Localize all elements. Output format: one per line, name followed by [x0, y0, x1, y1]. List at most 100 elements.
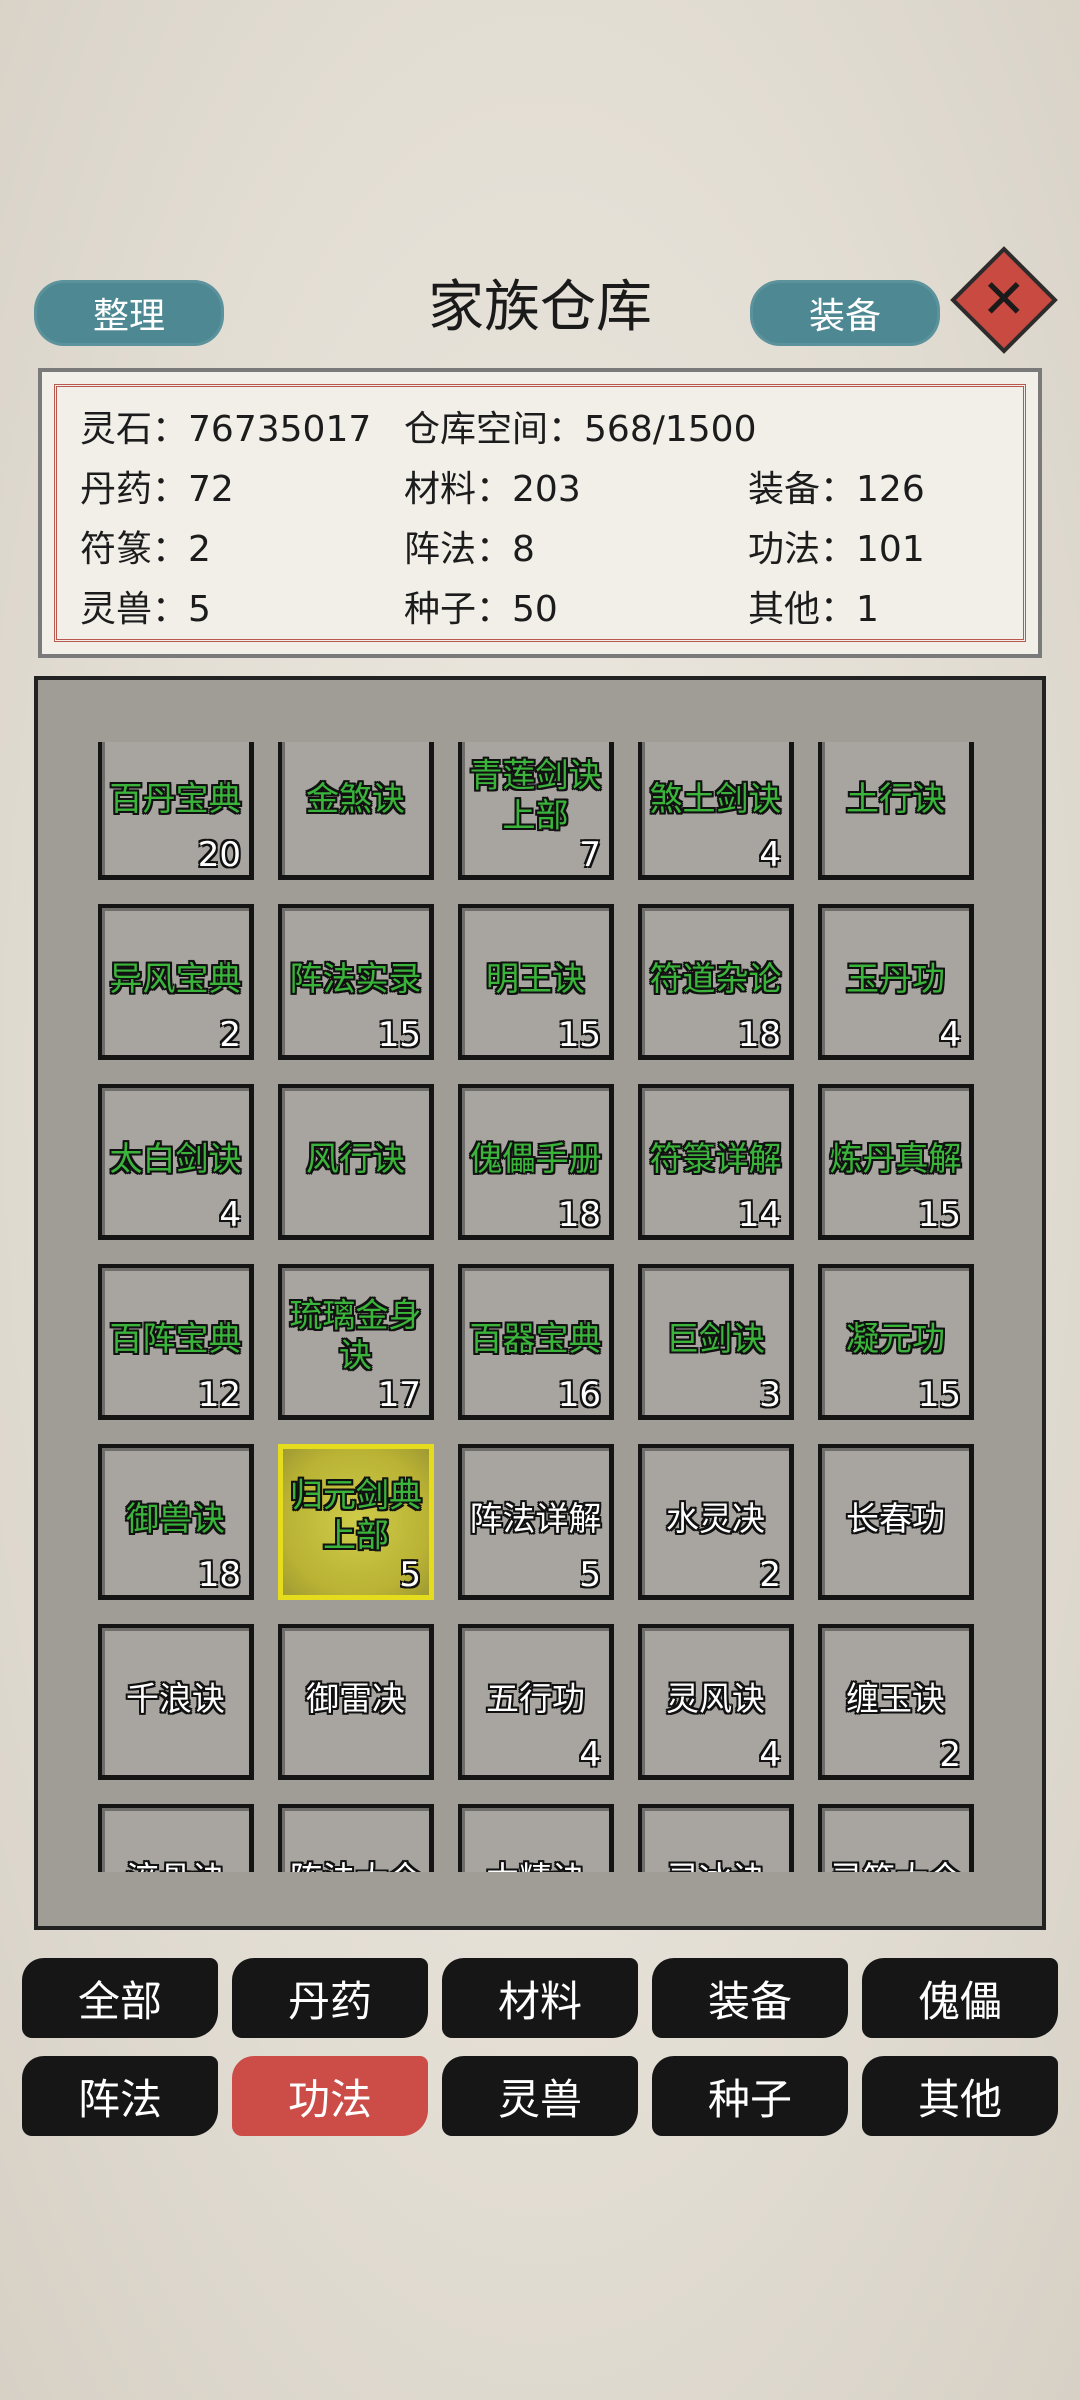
item-slot[interactable]: 淬骨诀	[98, 1804, 254, 1872]
item-slot[interactable]: 符道杂论 18	[638, 904, 794, 1060]
item-name: 百阵宝典	[109, 1318, 242, 1358]
item-slot[interactable]: 灵符大全	[818, 1804, 974, 1872]
item-count: 2	[219, 1015, 241, 1055]
item-name: 傀儡手册	[469, 1138, 602, 1178]
item-slot[interactable]: 五行功 4	[458, 1624, 614, 1780]
item-name: 凝元功	[846, 1318, 945, 1358]
item-slot[interactable]: 傀儡手册 18	[458, 1084, 614, 1240]
item-count: 12	[197, 1375, 241, 1415]
item-name: 明王诀	[486, 958, 585, 998]
tab-8[interactable]: 种子	[652, 2056, 848, 2136]
item-count: 14	[737, 1195, 781, 1235]
item-slot[interactable]: 木精诀	[458, 1804, 614, 1872]
item-slot[interactable]: 千浪诀	[98, 1624, 254, 1780]
item-slot[interactable]: 异风宝典 2	[98, 904, 254, 1060]
item-name: 百器宝典	[469, 1318, 602, 1358]
item-slot[interactable]: 百阵宝典 12	[98, 1264, 254, 1420]
item-slot[interactable]: 炼丹真解 15	[818, 1084, 974, 1240]
item-name: 归元剑典上部	[290, 1475, 422, 1555]
item-name: 巨剑诀	[666, 1318, 765, 1358]
item-name: 玉丹功	[846, 958, 945, 998]
item-name: 阵法实录	[289, 958, 422, 998]
stats-panel: 灵石76735017 仓库空间568/1500 丹药72 材料203 装备126…	[38, 368, 1042, 658]
item-slot[interactable]: 水灵决 2	[638, 1444, 794, 1600]
item-count: 4	[759, 1735, 781, 1775]
stat-formations: 阵法8	[404, 520, 535, 572]
item-slot[interactable]: 风行诀	[278, 1084, 434, 1240]
item-slot[interactable]: 青莲剑诀上部 7	[458, 742, 614, 880]
tab-2[interactable]: 材料	[442, 1958, 638, 2038]
tab-3[interactable]: 装备	[652, 1958, 848, 2038]
item-slot[interactable]: 百器宝典 16	[458, 1264, 614, 1420]
item-count: 15	[917, 1195, 961, 1235]
item-slot[interactable]: 金煞诀	[278, 742, 434, 880]
tab-1[interactable]: 丹药	[232, 1958, 428, 2038]
item-name: 土行诀	[846, 778, 945, 818]
stat-spirit-stone: 灵石76735017	[80, 400, 371, 452]
item-name: 长春功	[846, 1498, 945, 1538]
item-name: 阵法详解	[469, 1498, 602, 1538]
tab-7[interactable]: 灵兽	[442, 2056, 638, 2136]
item-slot[interactable]: 阵法实录 15	[278, 904, 434, 1060]
item-name: 缠玉诀	[846, 1678, 945, 1718]
item-slot[interactable]: 土行诀	[818, 742, 974, 880]
item-name: 炼丹真解	[829, 1138, 962, 1178]
item-count: 3	[759, 1375, 781, 1415]
tab-6[interactable]: 功法	[232, 2056, 428, 2136]
close-button[interactable]: ✕	[950, 246, 1058, 354]
item-slot-selected[interactable]: 归元剑典上部 5	[278, 1444, 434, 1600]
tab-9[interactable]: 其他	[862, 2056, 1058, 2136]
item-slot[interactable]: 缠玉诀 2	[818, 1624, 974, 1780]
item-slot[interactable]: 御兽诀 18	[98, 1444, 254, 1600]
item-slot[interactable]: 长春功	[818, 1444, 974, 1600]
item-count: 4	[759, 835, 781, 875]
item-slot[interactable]: 琉璃金身诀 17	[278, 1264, 434, 1420]
item-count: 5	[399, 1555, 421, 1595]
stat-materials: 材料203	[404, 460, 581, 512]
item-count: 4	[219, 1195, 241, 1235]
item-name: 淬骨诀	[102, 1858, 249, 1872]
item-slot[interactable]: 灵风诀 4	[638, 1624, 794, 1780]
item-slot[interactable]: 阵法详解 5	[458, 1444, 614, 1600]
item-slot[interactable]: 百丹宝典 20	[98, 742, 254, 880]
sort-button[interactable]: 整理	[34, 280, 224, 346]
item-count: 7	[579, 835, 601, 875]
item-count: 16	[557, 1375, 601, 1415]
item-name: 太白剑诀	[109, 1138, 242, 1178]
tab-4[interactable]: 傀儡	[862, 1958, 1058, 2038]
item-slot[interactable]: 煞土剑诀 4	[638, 742, 794, 880]
item-slot[interactable]: 御雷决	[278, 1624, 434, 1780]
item-slot[interactable]: 凝元功 15	[818, 1264, 974, 1420]
item-name: 百丹宝典	[109, 778, 242, 818]
stat-beasts: 灵兽5	[80, 580, 211, 632]
item-name: 琉璃金身诀	[289, 1295, 422, 1375]
item-name: 千浪诀	[126, 1678, 225, 1718]
item-slot[interactable]: 符箓详解 14	[638, 1084, 794, 1240]
tab-5[interactable]: 阵法	[22, 2056, 218, 2136]
tab-0[interactable]: 全部	[22, 1958, 218, 2038]
item-name: 符道杂论	[649, 958, 782, 998]
item-slot[interactable]: 巨剑诀 3	[638, 1264, 794, 1420]
item-slot[interactable]: 阵法大全	[278, 1804, 434, 1872]
equipment-button[interactable]: 装备	[750, 280, 940, 346]
item-name: 煞土剑诀	[649, 778, 782, 818]
item-grid-panel[interactable]: 百丹宝典 20 金煞诀 青莲剑诀上部 7 煞土剑诀 4 土行诀 异风宝典 2 阵法实录 15 明王诀 15…	[34, 676, 1046, 1930]
item-slot[interactable]: 玉丹功 4	[818, 904, 974, 1060]
item-count: 2	[939, 1735, 961, 1775]
item-grid[interactable]: 百丹宝典 20 金煞诀 青莲剑诀上部 7 煞土剑诀 4 土行诀 异风宝典 2 阵法实录 15 明王诀 15…	[98, 742, 1012, 1872]
item-slot[interactable]: 灵冰诀	[638, 1804, 794, 1872]
item-count: 15	[377, 1015, 421, 1055]
item-count: 18	[737, 1015, 781, 1055]
stat-equipment: 装备126	[748, 460, 925, 512]
item-name: 灵冰诀	[642, 1858, 789, 1872]
item-count: 18	[197, 1555, 241, 1595]
item-name: 灵符大全	[822, 1858, 969, 1872]
stat-space: 仓库空间568/1500	[404, 400, 757, 452]
item-name: 金煞诀	[306, 778, 405, 818]
item-count: 17	[377, 1375, 421, 1415]
item-slot[interactable]: 太白剑诀 4	[98, 1084, 254, 1240]
item-name: 风行诀	[306, 1138, 405, 1178]
item-name: 御雷决	[306, 1678, 405, 1718]
item-name: 水灵决	[666, 1498, 765, 1538]
item-slot[interactable]: 明王诀 15	[458, 904, 614, 1060]
